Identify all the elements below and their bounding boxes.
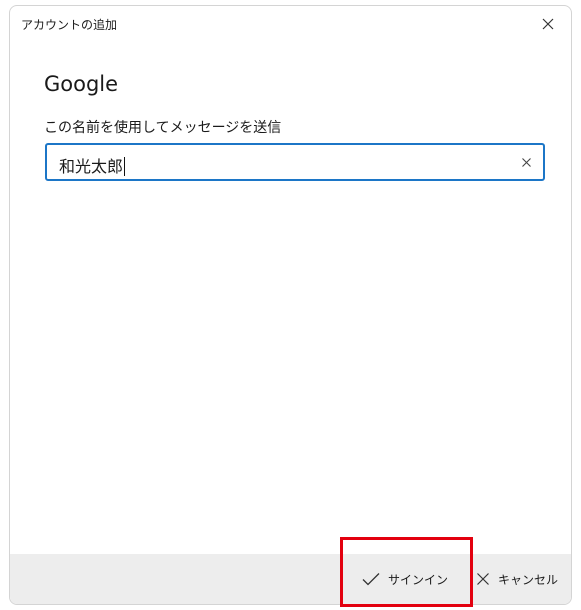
clear-input-button[interactable] [513,149,539,175]
close-icon [542,18,554,30]
name-input[interactable]: 和光太郎 [45,143,545,181]
close-icon [477,573,489,585]
text-caret [124,157,126,176]
window-title: アカウントの追加 [21,18,118,32]
screenshot-frame: アカウントの追加 Google この名前を使用してメッセージを送信 和光太郎 サ… [0,0,581,610]
close-button[interactable] [525,6,571,42]
dialog-footer: サインイン キャンセル [10,554,571,604]
provider-heading: Google [44,72,119,96]
add-account-dialog: アカウントの追加 Google この名前を使用してメッセージを送信 和光太郎 サ… [9,5,572,605]
sign-in-label: サインイン [388,572,449,587]
cancel-label: キャンセル [498,572,559,587]
name-field-label: この名前を使用してメッセージを送信 [44,120,282,136]
cancel-button[interactable]: キャンセル [476,566,558,592]
name-input-value: 和光太郎 [59,157,124,176]
clear-icon [521,157,531,167]
check-icon [362,573,380,586]
sign-in-button[interactable]: サインイン [362,566,448,592]
title-bar: アカウントの追加 [10,6,571,42]
